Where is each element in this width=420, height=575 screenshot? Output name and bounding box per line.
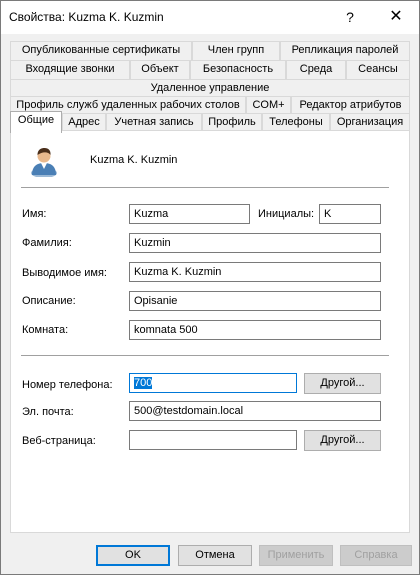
user-icon: [31, 148, 57, 177]
initials-field[interactable]: K: [319, 204, 381, 224]
web-other-button[interactable]: Другой...: [304, 430, 381, 451]
tab-general[interactable]: Общие: [10, 111, 62, 133]
phone-other-button[interactable]: Другой...: [304, 373, 381, 394]
title-bar: Свойства: Kuzma K. Kuzmin ? ✕: [1, 1, 419, 34]
initials-label: Инициалы:: [258, 208, 315, 220]
email-label: Эл. почта:: [22, 406, 74, 418]
description-label: Описание:: [22, 295, 76, 307]
last-name-field[interactable]: Kuzmin: [129, 233, 381, 253]
general-tab-panel: Kuzma K. Kuzmin Имя: Kuzma Инициалы: K Ф…: [10, 130, 410, 533]
close-icon[interactable]: ✕: [373, 1, 419, 33]
properties-dialog: Свойства: Kuzma K. Kuzmin ? ✕ Опубликова…: [0, 0, 420, 575]
web-page-field[interactable]: [129, 430, 297, 450]
phone-field[interactable]: 700: [129, 373, 297, 393]
tab-environment[interactable]: Среда: [286, 60, 346, 79]
tab-sessions[interactable]: Сеансы: [346, 60, 410, 79]
description-field[interactable]: Opisanie: [129, 291, 381, 311]
tab-object[interactable]: Объект: [130, 60, 190, 79]
last-name-label: Фамилия:: [22, 237, 72, 249]
help-title-button[interactable]: ?: [327, 1, 373, 33]
office-label: Комната:: [22, 324, 69, 336]
help-button[interactable]: Справка: [340, 545, 412, 566]
tab-member-of[interactable]: Член групп: [192, 41, 280, 60]
phone-value: 700: [134, 377, 153, 389]
ok-button[interactable]: OK: [96, 545, 170, 566]
first-name-field[interactable]: Kuzma: [129, 204, 250, 224]
tab-dial-in[interactable]: Входящие звонки: [10, 60, 130, 79]
tab-password-replication[interactable]: Репликация паролей: [280, 41, 410, 60]
web-page-label: Веб-страница:: [22, 435, 96, 447]
window-title: Свойства: Kuzma K. Kuzmin: [9, 10, 164, 24]
office-field[interactable]: komnata 500: [129, 320, 381, 340]
tab-published-certificates[interactable]: Опубликованные сертификаты: [10, 41, 192, 60]
email-field[interactable]: 500@testdomain.local: [129, 401, 381, 421]
separator-top: [21, 187, 389, 188]
cancel-button[interactable]: Отмена: [178, 545, 252, 566]
separator-middle: [21, 355, 389, 356]
display-name-label: Выводимое имя:: [22, 267, 107, 279]
tab-security[interactable]: Безопасность: [190, 60, 286, 79]
display-name-field[interactable]: Kuzma K. Kuzmin: [129, 262, 381, 282]
phone-label: Номер телефона:: [22, 379, 113, 391]
first-name-label: Имя:: [22, 208, 47, 220]
object-display-name: Kuzma K. Kuzmin: [90, 154, 178, 166]
apply-button[interactable]: Применить: [259, 545, 333, 566]
